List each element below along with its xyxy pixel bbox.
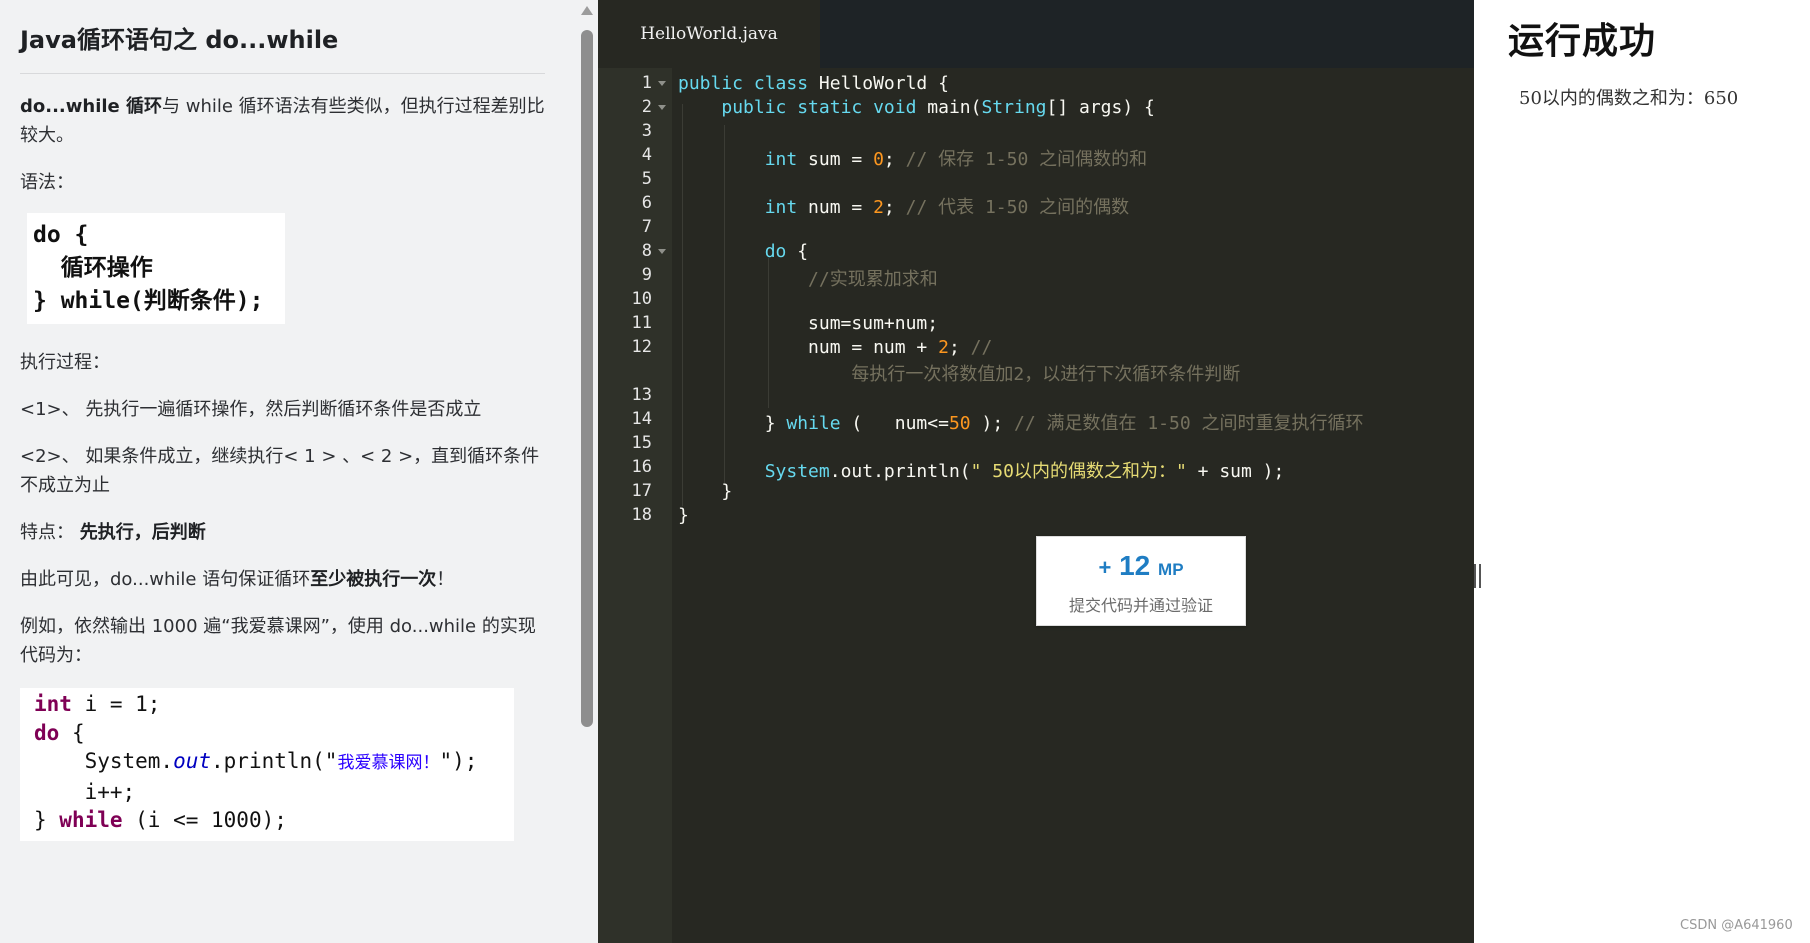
code-line-4: int sum = 0; // 保存 1-50 之间偶数的和 — [764, 149, 1148, 170]
example-line-2: do { — [34, 720, 85, 745]
scroll-thumb[interactable] — [581, 30, 593, 727]
code-line-18: } — [678, 505, 689, 526]
syntax-line-2: 循环操作 — [33, 255, 153, 281]
line-number: 12 — [631, 337, 652, 357]
code-line-9: //实现累加求和 — [808, 269, 938, 290]
intro-bold: do...while 循环 — [20, 96, 163, 117]
process-step-1: <1>、 先执行一遍循环操作，然后判断循环条件是否成立 — [20, 399, 482, 420]
code-line-12: num = num + 2; // — [808, 337, 993, 358]
line-number: 7 — [641, 217, 652, 237]
line-number: 2 — [641, 97, 652, 117]
file-tab-helloworld[interactable]: HelloWorld.java — [598, 0, 820, 68]
line-number: 18 — [631, 505, 652, 525]
line-number: 14 — [631, 409, 652, 429]
line-number: 10 — [631, 289, 652, 309]
example-code-block: int i = 1; do { System.out.println("我爱慕课网… — [20, 688, 514, 841]
line-number: 8 — [641, 241, 652, 261]
feature-label: 特点： — [20, 522, 80, 543]
process-label: 执行过程： — [20, 352, 110, 373]
line-number: 17 — [631, 481, 652, 501]
reward-caption: 提交代码并通过验证 — [1068, 596, 1213, 615]
result-title: 运行成功 — [1508, 21, 1657, 62]
example-line-1: int i = 1; — [34, 692, 161, 716]
code-line-1: public class HelloWorld { — [678, 73, 949, 94]
scroll-up-arrow-icon[interactable] — [581, 6, 593, 15]
panel-resize-handle[interactable] — [1474, 564, 1482, 588]
code-line-16: System.out.println(" 50以内的偶数之和为：" + sum … — [764, 461, 1285, 482]
lesson-title: Java循环语句之 do...while — [20, 18, 545, 74]
example-line-5: } while (i <= 1000); — [34, 808, 287, 832]
code-line-17: } — [721, 481, 733, 502]
result-output: 50以内的偶数之和为：650 — [1519, 88, 1739, 109]
fold-arrow-icon[interactable] — [658, 81, 666, 86]
example-line-4: i++; — [34, 779, 136, 804]
feature-line: 特点： 先执行，后判断 — [20, 518, 545, 547]
fold-arrow-icon[interactable] — [658, 105, 666, 110]
line-number: 9 — [641, 265, 652, 285]
conclusion-pre: 由此可见，do...while 语句保证循环 — [20, 569, 311, 590]
lesson-panel: Java循环语句之 do...while do...while 循环与 whil… — [0, 0, 576, 943]
syntax-line-1: do { — [33, 222, 89, 248]
line-number: 3 — [641, 121, 652, 141]
process-step-2: <2>、 如果条件成立，继续执行< 1 > 、< 2 >，直到循环条件不成立为止 — [20, 446, 540, 496]
line-number: 16 — [631, 457, 652, 477]
line-number-gutter: 1 2 3 4 5 6 7 8 9 10 11 12 13 14 15 16 17 18 — [598, 68, 672, 943]
code-line-6: int num = 2; // 代表 1-50 之间的偶数 — [764, 197, 1130, 218]
code-line-11: sum=sum+num; — [808, 313, 939, 334]
line-number: 15 — [631, 433, 652, 453]
reward-card: + 12 MP 提交代码并通过验证 — [1036, 536, 1246, 626]
line-number: 1 — [641, 73, 652, 93]
code-line-8: do { — [764, 241, 809, 262]
lesson-intro: do...while 循环与 while 循环语法有些类似，但执行过程差别比较大… — [20, 92, 545, 150]
line-number: 6 — [641, 193, 652, 213]
watermark: CSDN @A641960 — [1680, 918, 1793, 933]
example-line-3: System.out.println("我爱慕课网！"); — [34, 749, 478, 773]
line-number: 4 — [641, 145, 652, 165]
code-line-14: } while ( num<=50 ); // 满足数值在 1-50 之间时重复… — [764, 413, 1364, 434]
code-line-2: public static void main(String[] args) { — [721, 97, 1155, 118]
line-number: 5 — [641, 169, 652, 189]
lesson-scrollbar[interactable] — [576, 0, 598, 943]
syntax-code-block: do { 循环操作 } while(判断条件); — [27, 213, 285, 324]
line-number: 13 — [631, 385, 652, 405]
conclusion-post: ！ — [436, 569, 455, 590]
conclusion-line: 由此可见，do...while 语句保证循环至少被执行一次！ — [20, 565, 545, 594]
reward-amount: + 12 MP — [1098, 550, 1184, 581]
code-line-12-wrap: 每执行一次将数值加2，以进行下次循环条件判断 — [851, 364, 1241, 385]
fold-arrow-icon[interactable] — [658, 249, 666, 254]
line-number: 11 — [631, 313, 652, 333]
feature-bold: 先执行，后判断 — [79, 522, 206, 543]
example-intro: 例如，依然输出 1000 遍“我爱慕课网”，使用 do...while 的实现代… — [20, 616, 536, 666]
syntax-label: 语法： — [20, 172, 74, 193]
syntax-line-3: } while(判断条件); — [33, 288, 264, 314]
editor-tab-bar: HelloWorld.java — [598, 0, 1474, 68]
conclusion-bold: 至少被执行一次 — [310, 569, 437, 590]
code-editor[interactable]: HelloWorld.java 1 2 3 4 5 6 7 8 9 10 11 12 13 14 15 16 1… — [598, 0, 1474, 943]
